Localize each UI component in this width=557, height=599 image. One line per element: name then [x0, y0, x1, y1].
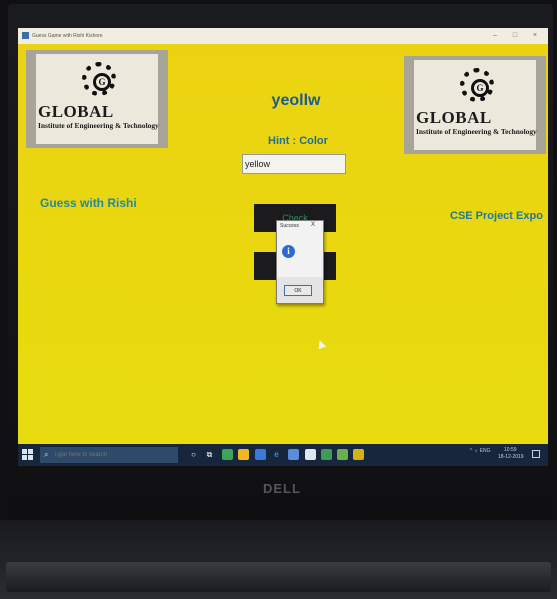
- window-title: Guess Game with Rishi Kishore: [32, 33, 103, 39]
- window-titlebar: Guess Game with Rishi Kishore – □ ×: [18, 28, 548, 44]
- store-icon[interactable]: [305, 449, 316, 460]
- dell-logo: DELL: [263, 481, 301, 496]
- logo-subtitle: Institute of Engineering & Technology: [416, 127, 537, 136]
- logo-title: GLOBAL: [416, 108, 492, 127]
- gear-logo-icon: G: [460, 68, 494, 102]
- app-icon: [22, 32, 29, 39]
- clock-time[interactable]: 10:59: [504, 447, 517, 453]
- task-view-icon[interactable]: ⧉: [204, 449, 215, 460]
- close-button[interactable]: ×: [526, 28, 544, 44]
- notification-icon[interactable]: [532, 450, 540, 458]
- search-icon: ⌕: [44, 450, 49, 459]
- hint-label: Hint : Color: [268, 135, 328, 147]
- guess-input[interactable]: [242, 154, 346, 174]
- success-dialog: Success X i OK: [276, 220, 324, 304]
- app-icon[interactable]: [337, 449, 348, 460]
- left-caption: Guess with Rishi: [40, 196, 137, 210]
- clock-date[interactable]: 18-12-2019: [498, 454, 524, 460]
- logo-right: G GLOBAL Institute of Engineering & Tech…: [404, 56, 546, 154]
- monitor-stand: [6, 562, 551, 592]
- dialog-close-button[interactable]: X: [311, 222, 315, 228]
- app-icon[interactable]: [321, 449, 332, 460]
- system-tray[interactable]: ^ ☼ ENG: [470, 448, 491, 454]
- file-explorer-icon[interactable]: [238, 449, 249, 460]
- edge-icon[interactable]: e: [271, 449, 282, 460]
- gear-logo-icon: G: [82, 62, 116, 96]
- dialog-title: Success: [280, 223, 299, 229]
- logo-left: G GLOBAL Institute of Engineering & Tech…: [26, 50, 168, 148]
- mouse-cursor: [315, 338, 327, 350]
- taskbar-search-input[interactable]: [40, 447, 178, 463]
- screen: Guess Game with Rishi Kishore – □ × G GL…: [18, 28, 548, 472]
- taskbar: ⌕ ○ ⧉ e ^ ☼ ENG 10:59 18-12-2019: [18, 444, 548, 466]
- ok-button[interactable]: OK: [284, 285, 312, 296]
- game-panel: G GLOBAL Institute of Engineering & Tech…: [18, 44, 548, 444]
- cortana-icon[interactable]: ○: [188, 449, 199, 460]
- chrome-icon[interactable]: [222, 449, 233, 460]
- logo-mark: G: [471, 79, 489, 97]
- logo-mark: G: [93, 73, 111, 91]
- running-game-icon[interactable]: [353, 449, 364, 460]
- mail-icon[interactable]: [255, 449, 266, 460]
- logo-subtitle: Institute of Engineering & Technology: [38, 121, 159, 130]
- minimize-button[interactable]: –: [486, 28, 504, 44]
- right-caption: CSE Project Expo: [450, 210, 543, 222]
- scrambled-word: yeollw: [271, 92, 321, 109]
- app-icon[interactable]: [288, 449, 299, 460]
- info-icon: i: [282, 245, 295, 258]
- logo-title: GLOBAL: [38, 102, 114, 121]
- windows-start-icon[interactable]: [22, 449, 34, 461]
- maximize-button[interactable]: □: [506, 28, 524, 44]
